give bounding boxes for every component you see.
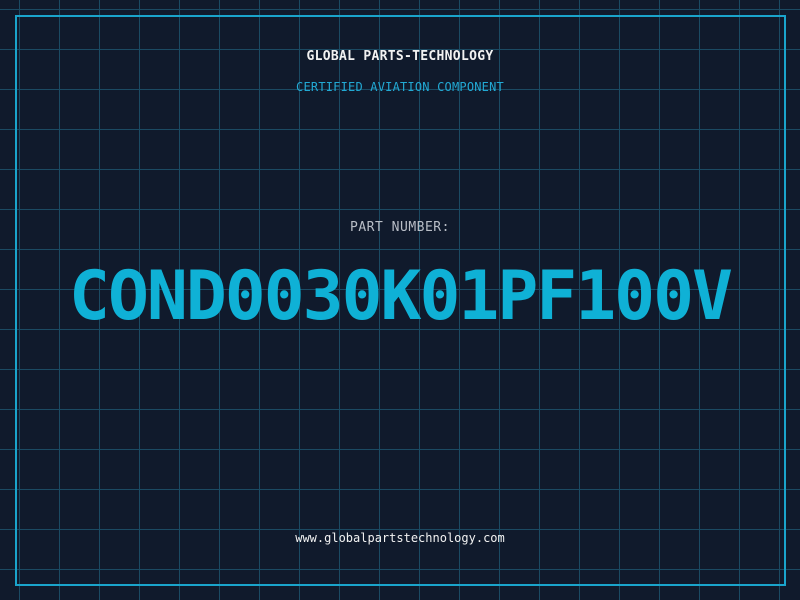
certification-subtitle: CERTIFIED AVIATION COMPONENT: [296, 80, 504, 94]
website-url: www.globalpartstechnology.com: [295, 531, 505, 545]
part-number-value: COND0030K01PF100V: [69, 257, 733, 336]
label-canvas: GLOBAL PARTS-TECHNOLOGY CERTIFIED AVIATI…: [0, 0, 800, 600]
part-number-label: PART NUMBER:: [350, 220, 450, 235]
company-name: GLOBAL PARTS-TECHNOLOGY: [306, 49, 494, 64]
